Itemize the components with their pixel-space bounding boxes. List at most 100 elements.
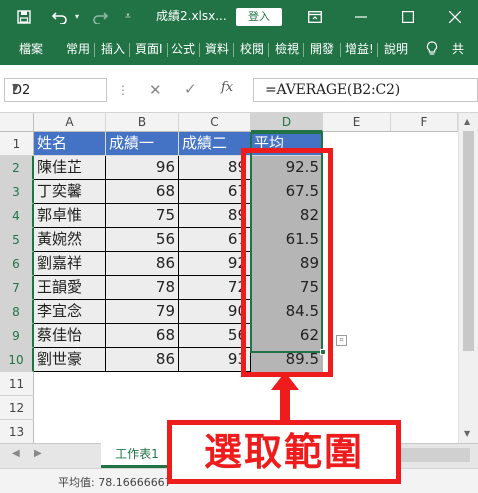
table-cell[interactable]: 93 <box>179 348 251 372</box>
worksheet-grid[interactable]: A B C D E F 1 2 3 4 5 6 7 8 9 10 11 12 1… <box>0 113 478 463</box>
enter-icon[interactable]: ✓ <box>184 80 197 98</box>
table-cell[interactable]: 67 <box>179 228 251 252</box>
average-cell[interactable]: 67.5 <box>251 180 323 204</box>
row-header[interactable]: 13 <box>0 420 34 444</box>
cell-b1[interactable]: 成績一 <box>106 132 179 156</box>
row-header[interactable]: 10 <box>0 348 34 372</box>
tab-insert[interactable]: 插入 <box>101 33 125 65</box>
share-button[interactable]: 共 <box>452 33 464 65</box>
table-cell[interactable]: 丁奕馨 <box>34 180 106 204</box>
table-cell[interactable]: 75 <box>106 204 179 228</box>
row-header[interactable]: 11 <box>0 372 34 396</box>
formula-input[interactable]: =AVERAGE(B2:C2) <box>253 78 478 102</box>
column-header-f[interactable]: F <box>391 113 458 132</box>
row-header[interactable]: 1 <box>0 132 34 156</box>
tab-file[interactable]: 檔案 <box>19 33 43 65</box>
average-cell[interactable]: 84.5 <box>251 300 323 324</box>
row-header[interactable]: 2 <box>0 156 34 180</box>
column-header-a[interactable]: A <box>34 113 106 132</box>
table-cell[interactable]: 89 <box>179 156 251 180</box>
tab-help[interactable]: 說明 <box>384 33 408 65</box>
scroll-down-icon[interactable]: ▼ <box>464 429 470 438</box>
select-all-corner[interactable] <box>0 113 34 132</box>
table-cell[interactable]: 王韻愛 <box>34 276 106 300</box>
name-box[interactable]: D2 ▼ <box>4 78 107 102</box>
row-header[interactable]: 6 <box>0 252 34 276</box>
row-header[interactable]: 7 <box>0 276 34 300</box>
scrollbar-thumb[interactable] <box>463 131 474 351</box>
table-cell[interactable]: 92 <box>179 252 251 276</box>
average-cell[interactable]: 61.5 <box>251 228 323 252</box>
table-cell[interactable]: 68 <box>106 324 179 348</box>
row-header[interactable]: 12 <box>0 396 34 420</box>
insert-function-icon[interactable]: fx <box>221 80 233 95</box>
undo-icon[interactable] <box>48 0 72 33</box>
next-sheet-icon[interactable]: ▶ <box>34 448 42 459</box>
ribbon-display-icon[interactable] <box>304 0 326 33</box>
row-header[interactable]: 3 <box>0 180 34 204</box>
row-header[interactable]: 4 <box>0 204 34 228</box>
tab-review[interactable]: 校閱 <box>240 33 264 65</box>
cell-a1[interactable]: 姓名 <box>34 132 106 156</box>
tab-home[interactable]: 常用 <box>66 33 90 65</box>
maximize-icon[interactable] <box>397 0 419 33</box>
table-cell[interactable]: 劉世豪 <box>34 348 106 372</box>
undo-dropdown-icon[interactable]: ▾ <box>72 0 82 33</box>
table-cell[interactable]: 68 <box>106 180 179 204</box>
redo-icon[interactable] <box>88 0 112 33</box>
row-header[interactable]: 9 <box>0 324 34 348</box>
cell-d1[interactable]: 平均 <box>251 132 323 156</box>
table-cell[interactable]: 黃婉然 <box>34 228 106 252</box>
table-cell[interactable]: 96 <box>106 156 179 180</box>
chevron-down-icon[interactable]: ▼ <box>12 83 101 93</box>
table-cell[interactable]: 67 <box>179 180 251 204</box>
scroll-up-icon[interactable]: ▲ <box>464 117 470 126</box>
table-cell[interactable]: 郭卓惟 <box>34 204 106 228</box>
tab-page-layout[interactable]: 頁面I <box>135 33 163 65</box>
cell-c1[interactable]: 成績二 <box>179 132 251 156</box>
table-cell[interactable]: 79 <box>106 300 179 324</box>
table-cell[interactable]: 56 <box>106 228 179 252</box>
table-cell[interactable]: 李宜念 <box>34 300 106 324</box>
cancel-icon[interactable]: ✕ <box>149 81 162 99</box>
table-cell[interactable]: 72 <box>179 276 251 300</box>
table-cell[interactable]: 56 <box>179 324 251 348</box>
minimize-icon[interactable] <box>350 0 372 33</box>
row-header[interactable]: 5 <box>0 228 34 252</box>
average-cell[interactable]: 92.5 <box>251 156 323 180</box>
tab-developer[interactable]: 開發 <box>310 33 334 65</box>
table-cell[interactable]: 陳佳芷 <box>34 156 106 180</box>
prev-sheet-icon[interactable]: ◀ <box>12 448 20 459</box>
tab-view[interactable]: 檢視 <box>275 33 299 65</box>
column-header-b[interactable]: B <box>106 113 179 132</box>
average-cell[interactable]: 89.5 <box>251 348 323 372</box>
horizontal-scrollbar[interactable] <box>400 448 470 462</box>
column-header-c[interactable]: C <box>179 113 251 132</box>
table-cell[interactable]: 89 <box>179 204 251 228</box>
column-header-d[interactable]: D <box>251 113 323 132</box>
table-cell[interactable]: 86 <box>106 348 179 372</box>
login-button[interactable]: 登入 <box>236 8 282 26</box>
tab-data[interactable]: 資料 <box>205 33 229 65</box>
close-icon[interactable] <box>444 0 466 33</box>
tab-formulas[interactable]: 公式 <box>171 33 195 65</box>
average-cell[interactable]: 89 <box>251 252 323 276</box>
column-header-e[interactable]: E <box>323 113 391 132</box>
average-cell[interactable]: 82 <box>251 204 323 228</box>
save-icon[interactable] <box>14 0 34 33</box>
customize-toolbar-icon[interactable]: ⩡ <box>120 0 136 33</box>
table-cell[interactable]: 劉嘉祥 <box>34 252 106 276</box>
fill-handle[interactable] <box>320 349 326 355</box>
splitter-handle-icon[interactable]: ⋮ <box>117 83 129 97</box>
vertical-scrollbar[interactable]: ▲ ▼ <box>458 113 478 443</box>
table-cell[interactable]: 90 <box>179 300 251 324</box>
lightbulb-icon[interactable] <box>426 41 438 57</box>
row-header[interactable]: 8 <box>0 300 34 324</box>
quick-analysis-icon[interactable]: ⌗ <box>336 335 347 346</box>
table-cell[interactable]: 86 <box>106 252 179 276</box>
tab-add-ins[interactable]: 增益! <box>345 33 374 65</box>
sheet-tab[interactable]: 工作表1 <box>101 443 173 468</box>
table-cell[interactable]: 蔡佳怡 <box>34 324 106 348</box>
average-cell[interactable]: 62 <box>251 324 323 348</box>
table-cell[interactable]: 78 <box>106 276 179 300</box>
